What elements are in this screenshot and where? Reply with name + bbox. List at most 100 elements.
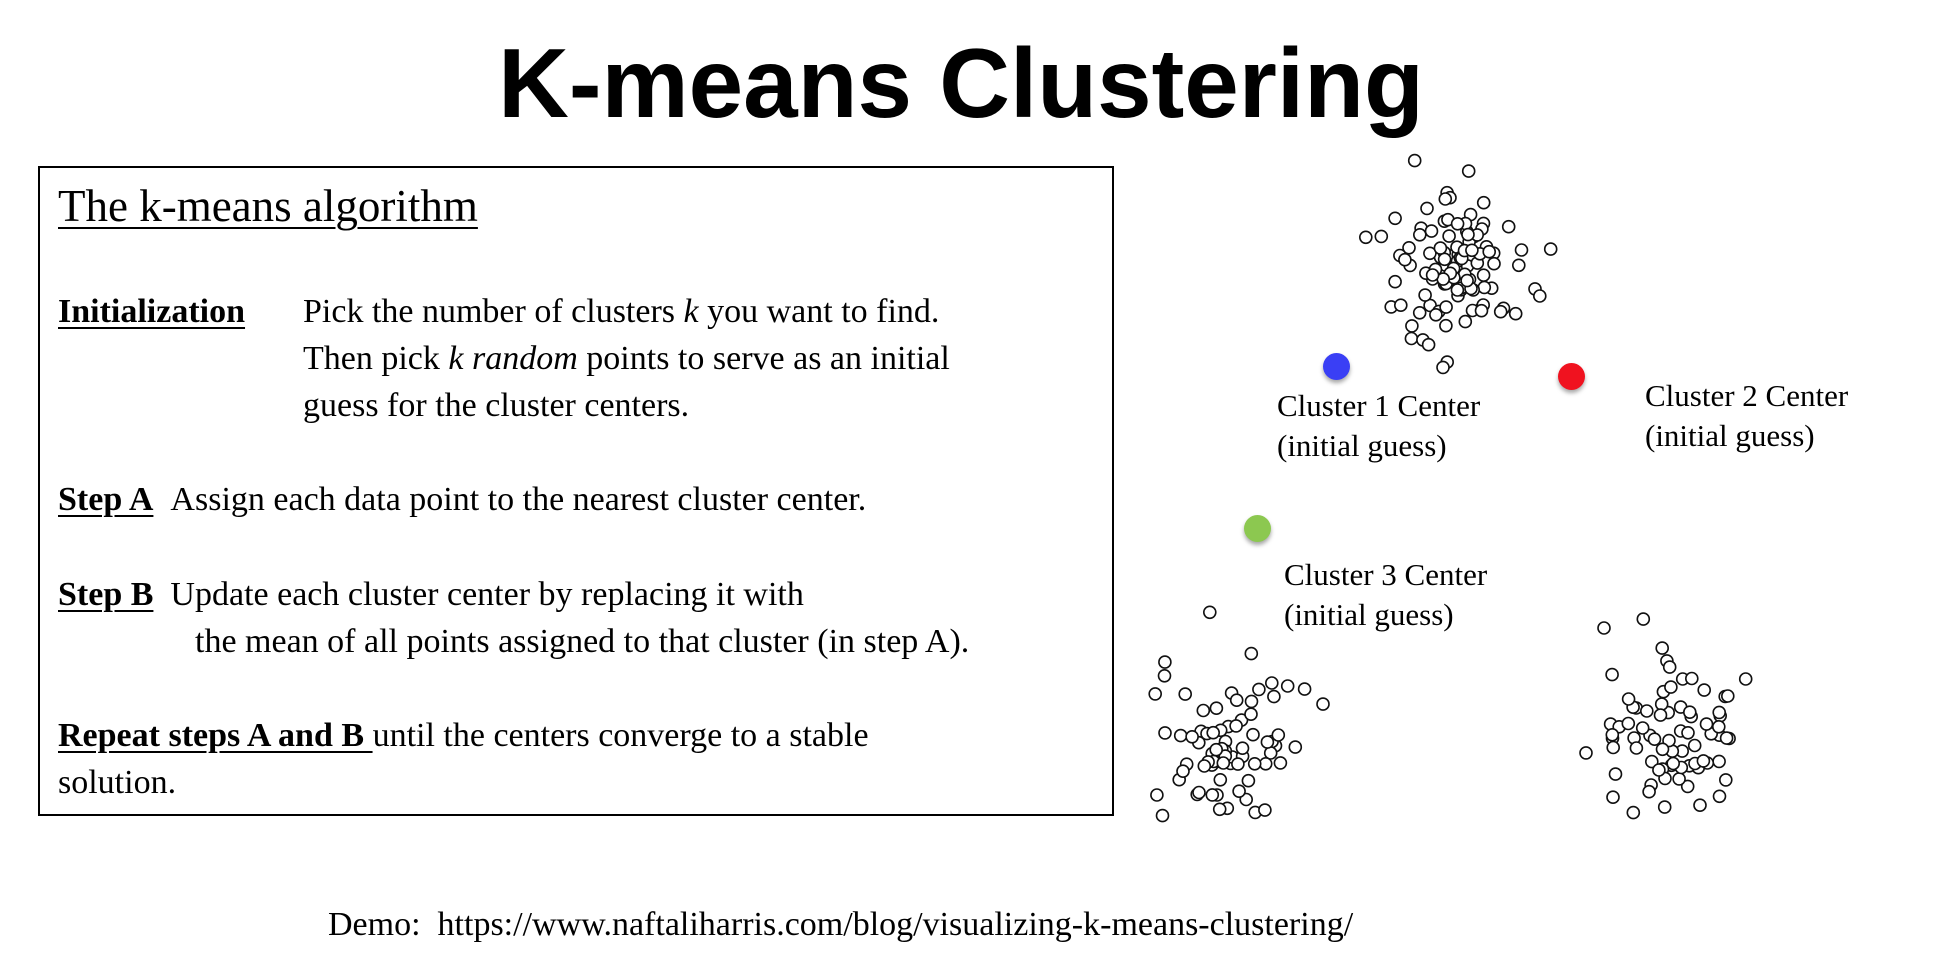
cluster-3-note: (initial guess)	[1284, 597, 1454, 632]
data-point	[1297, 682, 1312, 696]
data-point	[1437, 252, 1452, 267]
data-point	[1655, 641, 1669, 655]
data-point	[1258, 803, 1272, 817]
data-point	[1501, 219, 1516, 234]
data-point	[1316, 697, 1330, 711]
data-point	[1662, 660, 1677, 674]
data-point	[1192, 785, 1206, 800]
data-point	[1666, 756, 1680, 771]
data-point	[1533, 289, 1547, 303]
data-point	[1696, 754, 1711, 768]
data-point	[1413, 228, 1427, 242]
data-point	[1173, 728, 1188, 743]
data-point	[1288, 740, 1303, 754]
data-point	[1232, 784, 1246, 799]
data-point	[1685, 671, 1699, 686]
data-point	[1394, 298, 1408, 313]
data-point	[1460, 273, 1474, 288]
data-point	[1487, 256, 1501, 271]
data-point	[1655, 742, 1670, 757]
data-point	[1212, 802, 1227, 817]
data-point	[1216, 756, 1231, 770]
data-point	[1388, 211, 1402, 226]
cluster-2-center-dot	[1558, 363, 1585, 390]
data-point	[1712, 789, 1727, 804]
data-point	[1235, 741, 1250, 756]
data-point	[1712, 754, 1726, 769]
data-point	[1205, 788, 1220, 802]
data-point	[1407, 153, 1422, 168]
data-point	[1719, 731, 1734, 745]
data-point	[1465, 243, 1479, 258]
data-point	[1424, 224, 1439, 238]
data-point	[1231, 757, 1245, 771]
data-point	[1621, 716, 1636, 731]
data-point	[1429, 307, 1443, 322]
data-point	[1273, 756, 1288, 770]
cluster-1-label: Cluster 1 Center (initial guess)	[1277, 386, 1480, 466]
cluster-2-label: Cluster 2 Center (initial guess)	[1645, 376, 1848, 456]
data-point	[1579, 746, 1593, 760]
data-point	[1209, 742, 1223, 757]
data-point	[1241, 773, 1256, 788]
data-point	[1608, 767, 1623, 781]
data-point	[1697, 683, 1711, 697]
data-point	[1404, 331, 1419, 346]
data-point	[1176, 764, 1190, 779]
data-point	[1412, 305, 1427, 320]
demo-label: Demo:	[328, 906, 421, 943]
cluster-3-name: Cluster 3 Center	[1284, 557, 1488, 592]
data-point	[1213, 772, 1228, 787]
data-point	[1712, 719, 1726, 734]
data-point	[1699, 717, 1714, 731]
cluster-2-name: Cluster 2 Center	[1645, 378, 1849, 413]
data-point	[1244, 707, 1258, 722]
data-point	[1657, 800, 1672, 814]
data-point	[1398, 252, 1412, 267]
data-point	[1203, 605, 1217, 620]
data-point	[1597, 621, 1611, 635]
data-point	[1508, 306, 1523, 321]
data-point	[1438, 192, 1453, 206]
data-point	[1258, 756, 1273, 771]
data-point	[1418, 288, 1432, 302]
demo-link[interactable]: https://www.naftaliharris.com/blog/visua…	[438, 906, 1354, 943]
scatter-plot	[1148, 153, 1753, 823]
data-point	[1388, 274, 1402, 289]
data-point	[1672, 772, 1686, 786]
data-point	[1738, 672, 1753, 686]
cluster-2-note: (initial guess)	[1645, 418, 1815, 453]
cluster-1-name: Cluster 1 Center	[1277, 388, 1481, 423]
data-point	[1421, 337, 1436, 352]
data-point	[1606, 790, 1620, 805]
data-point	[1635, 721, 1650, 735]
data-point	[1148, 687, 1162, 701]
data-point	[1477, 280, 1492, 295]
data-point	[1458, 314, 1473, 329]
data-point	[1693, 798, 1707, 813]
data-point	[1653, 708, 1668, 722]
data-point	[1265, 676, 1279, 690]
data-point	[1271, 728, 1286, 742]
data-point	[1719, 773, 1733, 787]
data-point	[1267, 689, 1281, 704]
data-point	[1157, 668, 1172, 683]
data-point	[1436, 360, 1450, 375]
data-point	[1244, 694, 1259, 709]
data-point	[1158, 655, 1172, 669]
data-point	[1461, 227, 1475, 242]
data-point	[1374, 229, 1389, 244]
data-point	[1654, 697, 1669, 711]
data-point	[1543, 242, 1558, 256]
data-point	[1158, 726, 1172, 740]
data-point	[1652, 763, 1666, 777]
data-point	[1621, 692, 1636, 706]
data-point	[1493, 304, 1508, 319]
data-point	[1605, 667, 1619, 682]
data-point	[1178, 687, 1192, 701]
data-point	[1640, 704, 1654, 718]
data-point	[1155, 808, 1170, 823]
data-point	[1512, 258, 1526, 273]
data-point	[1474, 303, 1489, 318]
data-point	[1442, 229, 1456, 243]
